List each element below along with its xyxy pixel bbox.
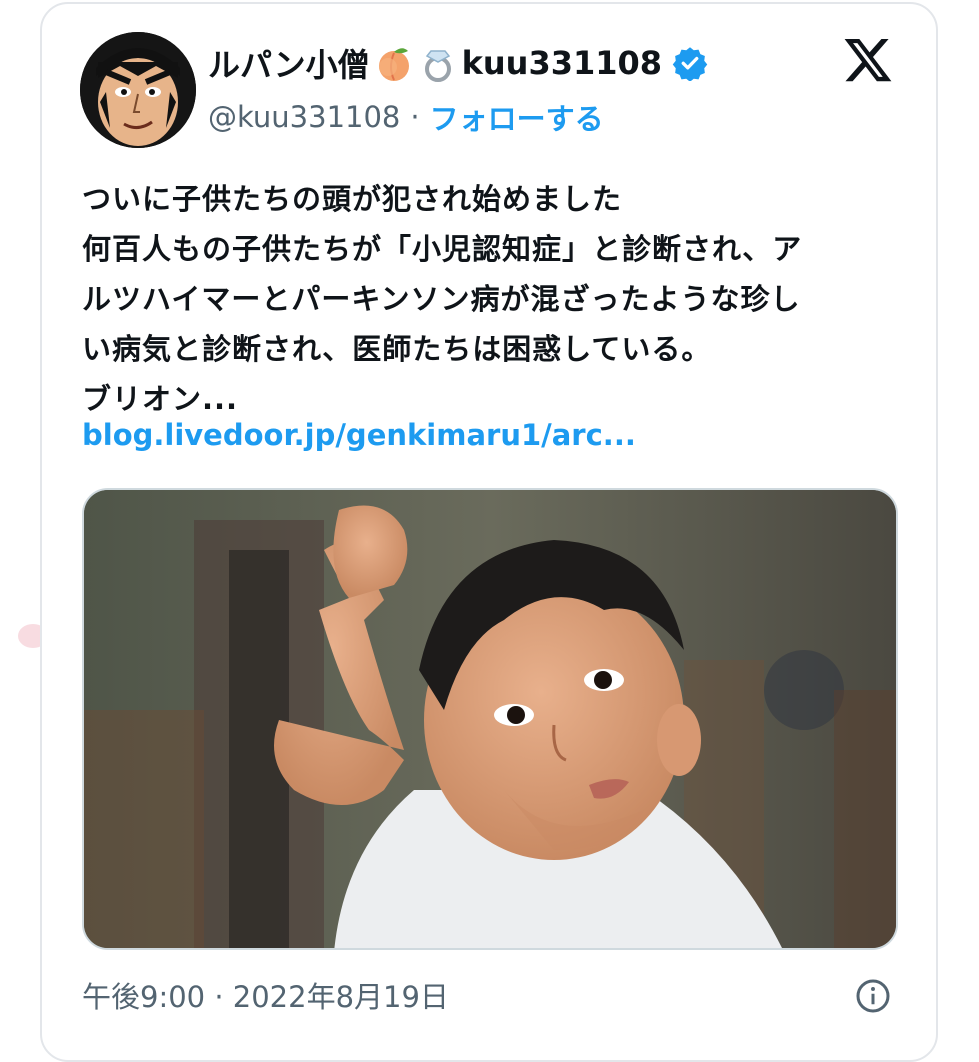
tweet-timestamp[interactable]: 午後9:00 · 2022年8月19日 [82, 974, 449, 1016]
peach-emoji-icon [378, 48, 409, 81]
avatar[interactable] [80, 32, 196, 148]
photo-child-scratching-head [84, 490, 896, 948]
display-name[interactable]: ルパン小僧 [208, 40, 370, 86]
separator-dot: · [410, 100, 420, 134]
handle-row: @kuu331108 · フォローする [208, 96, 604, 138]
tweet-line: ついに子供たちの頭が犯され始めました [82, 182, 623, 216]
author-name-row[interactable]: ルパン小僧 kuu331108 [208, 40, 708, 86]
tweet-link[interactable]: blog.livedoor.jp/genkimaru1/arc... [82, 418, 636, 452]
info-icon[interactable] [855, 978, 891, 1014]
tweet-line: い病気と診断され、医師たちは困惑している。 [82, 332, 712, 366]
x-logo-icon[interactable] [842, 34, 894, 86]
tweet-line: ルツハイマーとパーキンソン病が混ざったような珍し [82, 282, 801, 316]
author-handle[interactable]: @kuu331108 [208, 100, 400, 134]
tweet-media-image[interactable] [82, 488, 898, 950]
ring-emoji-icon [424, 50, 451, 82]
tweet-text: ついに子供たちの頭が犯され始めました 何百人もの子供たちが「小児認知症」と診断さ… [82, 174, 882, 424]
follow-button[interactable]: フォローする [430, 96, 604, 138]
tweet-line: ブリオン... [82, 382, 239, 416]
tweet-line: 何百人もの子供たちが「小児認知症」と診断され、ア [82, 232, 803, 266]
cartoon-avatar-icon [80, 32, 196, 148]
display-name-suffix[interactable]: kuu331108 [462, 44, 662, 82]
verified-badge-icon [672, 47, 708, 81]
